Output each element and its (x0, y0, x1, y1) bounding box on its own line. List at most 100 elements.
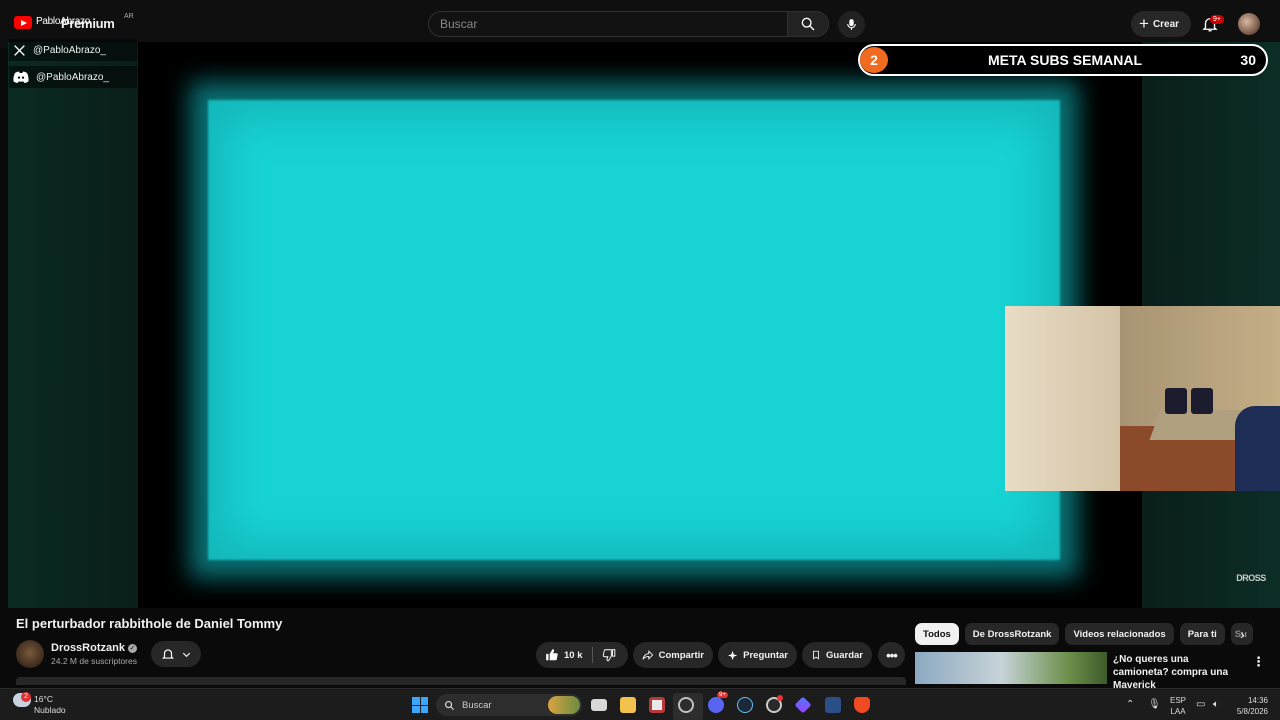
webcam-chair (1165, 388, 1187, 414)
microphone-tray-icon[interactable]: 🎙︎ (1148, 699, 1161, 710)
country-code: AR (124, 13, 134, 20)
search-icon (801, 17, 815, 31)
app-alert-dot (777, 695, 783, 701)
discord-handle: @PabloAbrazo_ (36, 71, 109, 83)
recommendation-menu-icon[interactable]: ⋮ (1252, 654, 1265, 670)
description-box[interactable] (16, 677, 906, 685)
windows-taskbar: 2 16°C Nublado Buscar 9+ ⌃ 🎙︎ ESP LAA ▭ … (0, 688, 1280, 720)
plus-icon: + (1139, 14, 1149, 33)
chevron-right-icon[interactable]: › (1240, 626, 1245, 642)
social-x: @PabloAbrazo_ (9, 39, 137, 61)
language-indicator[interactable]: ESP LAA (1170, 695, 1186, 717)
temperature: 16°C (34, 694, 53, 704)
snipping-tool-icon[interactable] (649, 697, 665, 713)
like-separator (591, 647, 593, 663)
app-icon[interactable] (766, 695, 783, 713)
share-label: Compartir (658, 649, 704, 661)
search-icon (445, 700, 455, 710)
webcam-wall-left (1005, 306, 1120, 491)
taskbar-search-label: Buscar (462, 699, 492, 711)
x-handle: @PabloAbrazo_ (33, 44, 106, 56)
premium-brand[interactable]: PabloAbrazo Premium (36, 16, 115, 31)
language: ESP (1170, 696, 1187, 705)
brave-browser-icon[interactable] (854, 697, 870, 713)
discord-badge: 9+ (717, 692, 728, 698)
obs-icon[interactable] (673, 693, 703, 720)
file-explorer-icon[interactable] (620, 697, 636, 713)
video-frame (138, 42, 1142, 608)
voice-search-button[interactable] (838, 11, 865, 38)
date: 5/8/2026 (1236, 707, 1268, 716)
task-view-icon[interactable] (591, 699, 607, 711)
recommendation-filter-chips: Todos De DrossRotzank Videos relacionado… (915, 623, 1253, 645)
webcam-chair (1191, 388, 1213, 414)
gem-app-icon[interactable] (794, 696, 812, 714)
chip-all[interactable]: Todos (915, 623, 959, 645)
channel-name[interactable]: DrossRotzank (51, 642, 125, 654)
more-dots-icon: ••• (886, 647, 898, 663)
thumbs-down-icon[interactable] (602, 648, 616, 662)
ask-label: Preguntar (743, 649, 788, 661)
share-icon (642, 650, 654, 660)
taskbar-search[interactable]: Buscar (436, 694, 582, 716)
like-count[interactable]: 10 k (564, 650, 583, 661)
save-button[interactable]: Guardar (802, 642, 872, 668)
weather-badge: 2 (21, 692, 31, 702)
microphone-icon (847, 19, 856, 30)
video-side-left (8, 42, 138, 608)
chevron-down-icon (182, 652, 190, 657)
discord-app-icon[interactable]: 9+ (708, 692, 728, 713)
share-button[interactable]: Compartir (633, 642, 713, 668)
webcam-overlay (1005, 306, 1280, 491)
ask-button[interactable]: Preguntar (718, 642, 797, 668)
recommendation-thumbnail[interactable] (915, 652, 1107, 684)
channel-name-row[interactable]: DrossRotzank ✓ (51, 642, 137, 654)
brand-overlay-text: PabloAbrazo (36, 16, 90, 27)
audio-editor-icon[interactable] (825, 697, 841, 713)
goal-title: META SUBS SEMANAL (988, 52, 1142, 68)
bookmark-icon (813, 650, 819, 660)
clock[interactable]: 14:36 5/8/2026 (1232, 695, 1268, 717)
volume-icon[interactable]: 🔈︎ (1213, 699, 1219, 710)
sparkle-icon (727, 650, 738, 660)
goal-target: 30 (1240, 52, 1256, 68)
youtube-logo-icon[interactable] (14, 16, 32, 29)
time: 14:36 (1247, 696, 1268, 705)
webcam-person (1235, 406, 1280, 491)
notifications-badge: 9+ (1210, 15, 1224, 24)
subscriber-count: 24.2 M de suscriptores (51, 656, 137, 666)
search-button[interactable] (787, 11, 829, 37)
search-bar[interactable] (428, 11, 788, 37)
recommendation-title[interactable]: ¿No queres una camioneta? compra una Mav… (1113, 653, 1243, 692)
video-screen (208, 100, 1060, 560)
weather-widget[interactable]: 16°C Nublado (34, 694, 66, 716)
channel-watermark: DROSS (1236, 573, 1266, 583)
social-discord: @PabloAbrazo_ (9, 66, 137, 88)
create-label: Crear (1152, 18, 1180, 30)
windows-start-icon[interactable] (412, 697, 428, 713)
chip-for-you[interactable]: Para ti (1179, 623, 1225, 645)
weekly-sub-goal: 2 META SUBS SEMANAL 30 (858, 44, 1268, 76)
weather-condition: Nublado (34, 705, 66, 715)
bell-icon (161, 649, 174, 659)
save-label: Guardar (826, 649, 863, 661)
steam-icon[interactable] (737, 697, 753, 713)
more-actions-button[interactable]: ••• (878, 642, 905, 668)
discord-icon (13, 71, 29, 83)
network-icon[interactable]: ▭ (1196, 699, 1205, 710)
chevron-up-icon[interactable]: ⌃ (1126, 699, 1134, 710)
verified-icon: ✓ (127, 643, 137, 653)
search-highlight-icon (548, 696, 580, 714)
video-title: El perturbador rabbithole de Daniel Tomm… (16, 616, 283, 631)
thumbs-up-icon[interactable] (545, 648, 559, 662)
chip-channel[interactable]: De DrossRotzank (964, 623, 1060, 645)
x-icon (14, 44, 25, 56)
like-dislike-group: 10 k (536, 642, 628, 668)
channel-avatar[interactable] (16, 640, 44, 668)
create-button[interactable]: + Crear (1131, 11, 1191, 37)
account-avatar[interactable] (1238, 13, 1260, 35)
search-input[interactable] (429, 12, 788, 36)
chip-related[interactable]: Videos relacionados (1065, 623, 1174, 645)
subscription-bell-button[interactable] (151, 641, 201, 667)
keyboard-layout: LAA (1170, 707, 1186, 716)
